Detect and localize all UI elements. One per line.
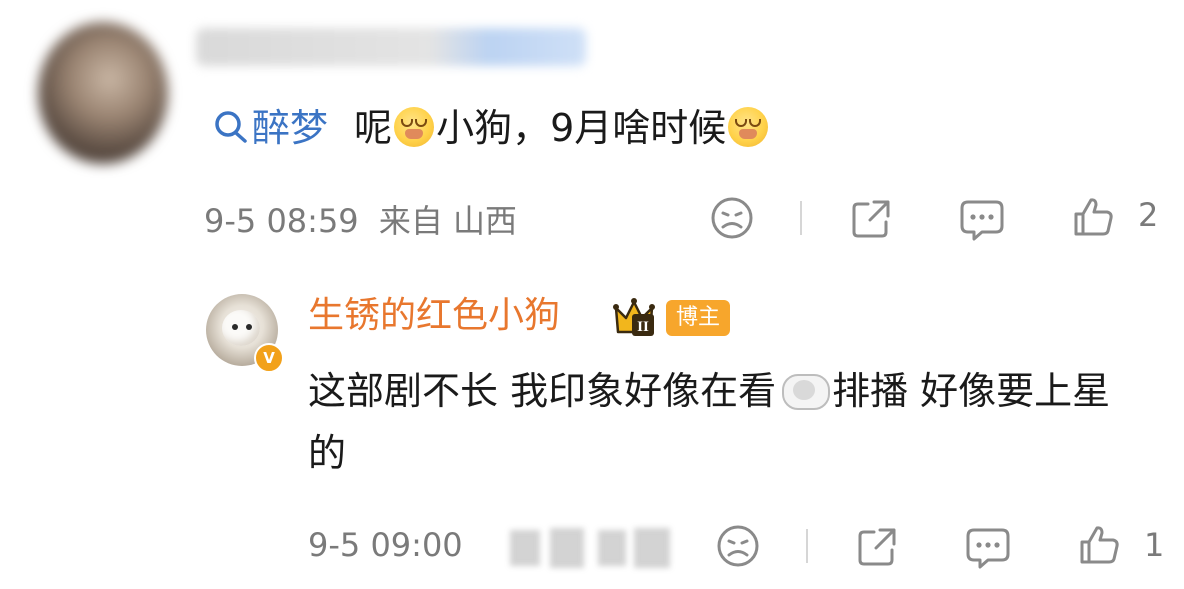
divider xyxy=(800,201,802,235)
like-icon[interactable] xyxy=(1070,194,1116,240)
topic-link[interactable]: 醉梦 xyxy=(212,106,328,150)
search-icon xyxy=(215,111,247,143)
sad-face-icon[interactable] xyxy=(716,524,760,568)
comment-text-part1: 呢 xyxy=(354,106,393,150)
svg-text:II: II xyxy=(637,319,649,335)
divider xyxy=(806,529,808,563)
share-icon[interactable] xyxy=(854,524,900,570)
like-icon[interactable] xyxy=(1076,522,1122,568)
comment-icon[interactable] xyxy=(964,524,1012,570)
reply-location-redacted xyxy=(506,520,676,576)
reply-text-part1: 这部剧不长 我印象好像在看 xyxy=(308,369,777,413)
commenter-avatar[interactable] xyxy=(38,22,168,164)
cry-emoji xyxy=(728,107,769,147)
crown-icon: II xyxy=(613,298,655,336)
reply-timestamp: 9-5 09:00 xyxy=(308,526,463,564)
cry-emoji xyxy=(394,107,435,147)
comment-text: 醉梦 呢小狗，9月啥时候 xyxy=(212,104,770,152)
commenter-name-redacted[interactable] xyxy=(196,28,586,66)
comment-meta: 9-5 08:59 来自 山西 xyxy=(204,196,517,242)
comment-timestamp: 9-5 08:59 xyxy=(204,202,359,240)
like-count: 2 xyxy=(1138,196,1159,234)
verified-badge: V xyxy=(254,343,284,373)
comment-location: 来自 山西 xyxy=(378,202,518,240)
reply-text: 这部剧不长 我印象好像在看 排播 好像要上星的 xyxy=(308,360,1148,484)
reply-username[interactable]: 生锈的红色小狗 xyxy=(308,292,560,340)
comment-icon[interactable] xyxy=(958,196,1006,242)
author-tag: 博主 xyxy=(666,300,731,336)
sheep-emoji xyxy=(778,370,831,410)
comment-text-part2: 小狗，9月啥时候 xyxy=(436,106,727,150)
like-count: 1 xyxy=(1144,526,1165,564)
share-icon[interactable] xyxy=(848,196,894,242)
sad-face-icon[interactable] xyxy=(710,196,754,240)
